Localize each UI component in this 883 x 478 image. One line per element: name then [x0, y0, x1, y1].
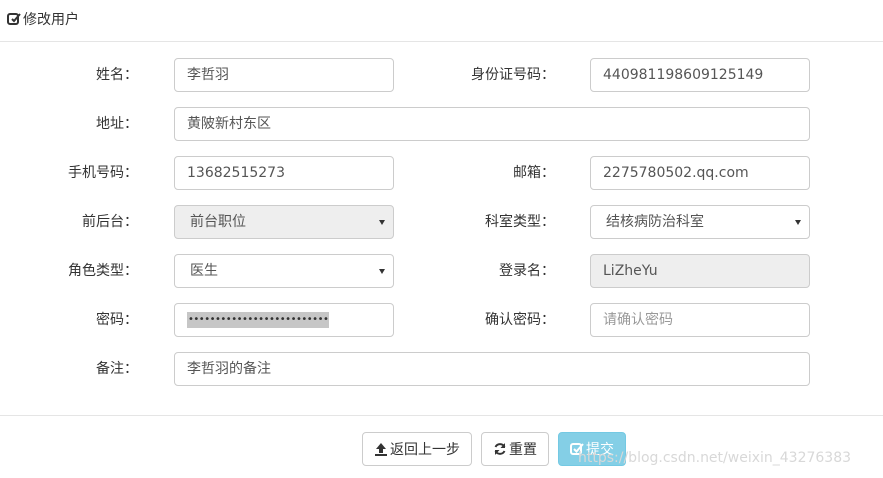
- caret-down-icon: [795, 220, 801, 225]
- upload-icon: [375, 443, 387, 456]
- reset-button-label: 重置: [509, 442, 537, 458]
- dept-type-select[interactable]: 结核病防治科室: [590, 205, 810, 239]
- login-name-label: 登录名：: [499, 263, 555, 279]
- caret-down-icon: [379, 220, 385, 225]
- page-title-text: 修改用户: [23, 12, 79, 28]
- email-label: 邮箱：: [513, 165, 555, 181]
- remark-label: 备注：: [96, 361, 138, 377]
- remark-input[interactable]: 李哲羽的备注: [174, 352, 810, 386]
- password-mask: ••••••••••••••••••••••••••: [187, 312, 330, 328]
- caret-down-icon: [379, 269, 385, 274]
- phone-label: 手机号码：: [68, 165, 138, 181]
- dept-type-label: 科室类型：: [485, 214, 555, 230]
- login-name-input[interactable]: LiZheYu: [590, 254, 810, 288]
- refresh-icon: [494, 443, 506, 455]
- password-label: 密码：: [96, 312, 138, 328]
- reset-button[interactable]: 重置: [481, 432, 549, 466]
- id-card-label: 身份证号码：: [471, 67, 555, 83]
- name-label: 姓名：: [96, 67, 138, 83]
- front-back-select[interactable]: 前台职位: [174, 205, 394, 239]
- footer-divider: [0, 415, 883, 416]
- address-label: 地址：: [96, 116, 138, 132]
- front-back-label: 前后台：: [82, 214, 138, 230]
- watermark-text: https://blog.csdn.net/weixin_43276383: [578, 450, 852, 466]
- role-type-value: 医生: [190, 263, 218, 279]
- role-type-label: 角色类型：: [68, 263, 138, 279]
- phone-input[interactable]: 13682515273: [174, 156, 394, 190]
- name-input[interactable]: 李哲羽: [174, 58, 394, 92]
- password-input[interactable]: ••••••••••••••••••••••••••: [174, 303, 394, 337]
- edit-square-icon: [7, 13, 21, 25]
- id-card-input[interactable]: 440981198609125149: [590, 58, 810, 92]
- role-type-select[interactable]: 医生: [174, 254, 394, 288]
- back-button-label: 返回上一步: [390, 442, 460, 458]
- email-input[interactable]: 2275780502.qq.com: [590, 156, 810, 190]
- page-header: 修改用户: [0, 0, 883, 42]
- confirm-password-label: 确认密码：: [485, 312, 555, 328]
- page-title: 修改用户: [7, 9, 79, 29]
- dept-type-value: 结核病防治科室: [606, 214, 704, 230]
- front-back-value: 前台职位: [190, 214, 246, 230]
- address-input[interactable]: 黄陂新村东区: [174, 107, 810, 141]
- confirm-password-input[interactable]: 请确认密码: [590, 303, 810, 337]
- back-button[interactable]: 返回上一步: [362, 432, 472, 466]
